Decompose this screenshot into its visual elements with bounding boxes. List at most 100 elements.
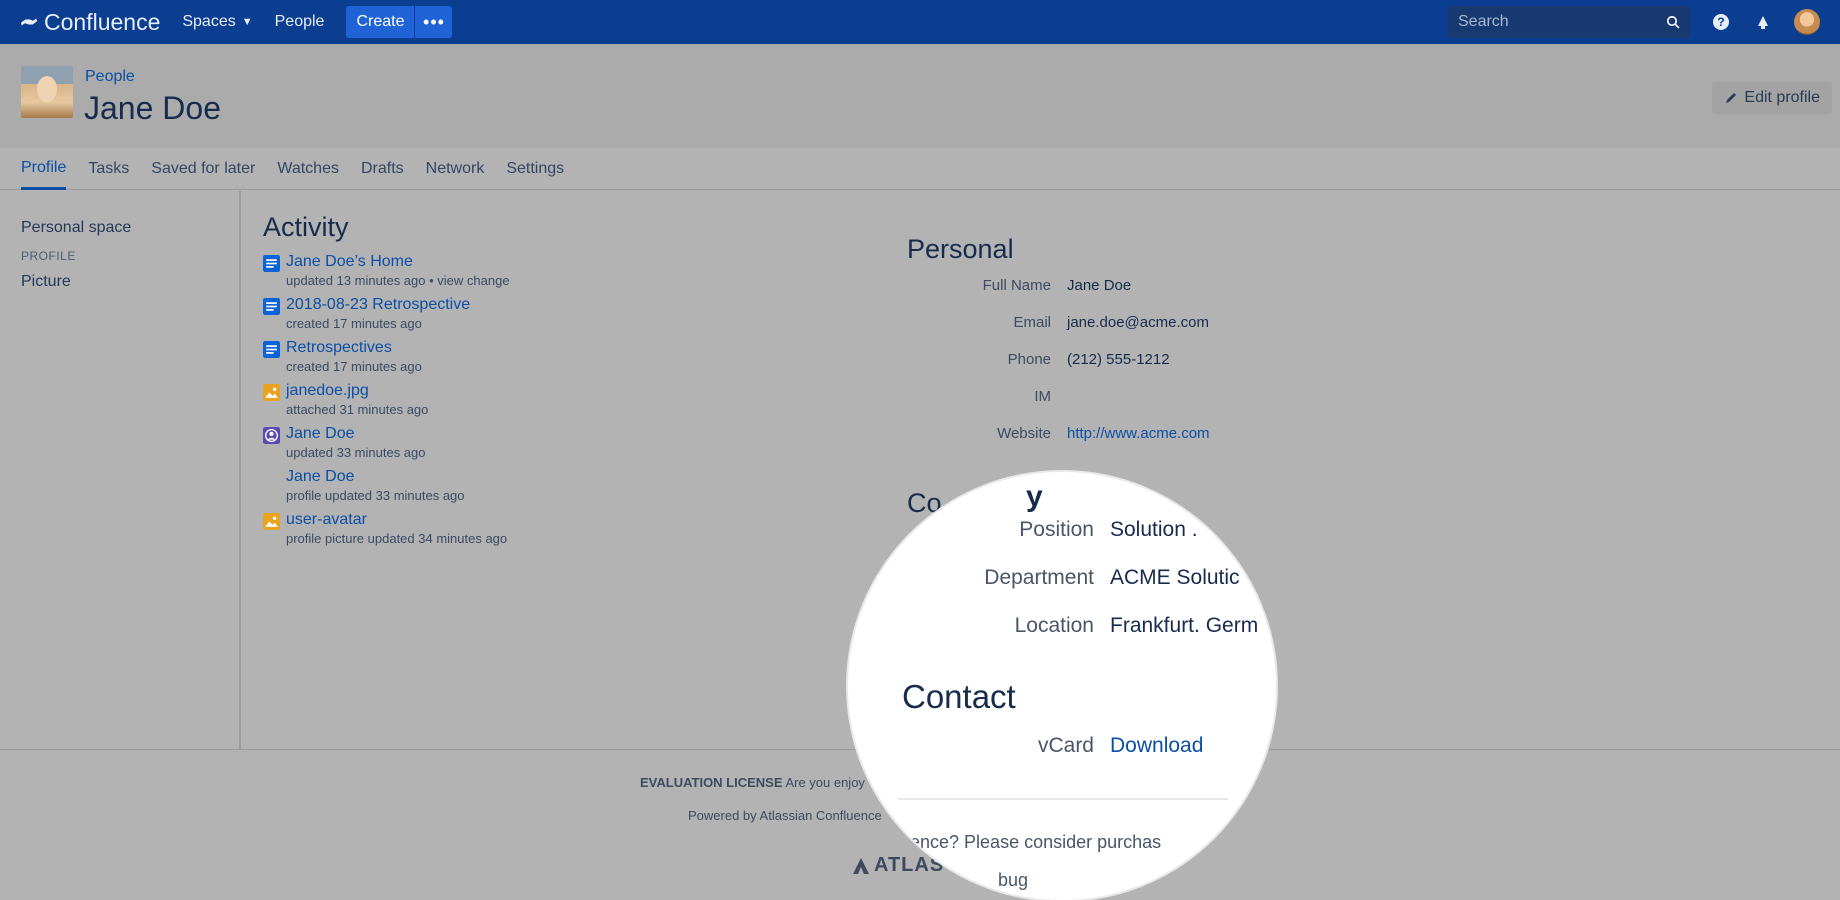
license-notice: EVALUATION LICENSE Are you enjoy bbox=[640, 775, 865, 790]
create-button[interactable]: Create bbox=[346, 6, 415, 38]
vcard-download-link[interactable]: Download bbox=[1110, 734, 1203, 758]
activity-meta: profile updated 33 minutes ago bbox=[286, 488, 465, 503]
list-item: Jane Doe profile updated 33 minutes ago bbox=[263, 468, 823, 503]
breadcrumb[interactable]: People bbox=[85, 68, 135, 86]
atlassian-logo[interactable]: ATLAS bbox=[852, 854, 944, 877]
location-value-wrap: Frankfurt. Germ bbox=[1110, 614, 1258, 638]
position-value: Solution . bbox=[1110, 518, 1198, 541]
edit-profile-button[interactable]: Edit profile bbox=[1712, 82, 1832, 114]
page-icon bbox=[263, 298, 280, 315]
confluence-logo-icon bbox=[20, 18, 38, 26]
list-item: user-avatar profile picture updated 34 m… bbox=[263, 511, 823, 546]
profile-header: People Jane Doe Edit profile bbox=[0, 44, 1840, 148]
edit-profile-label: Edit profile bbox=[1744, 89, 1820, 106]
email-value: jane.doe@acme.com bbox=[1067, 314, 1209, 331]
sidebar-heading-profile: PROFILE bbox=[21, 249, 76, 263]
detail-row: Website http://www.acme.com bbox=[907, 425, 1407, 462]
profile-tabs: Profile Tasks Saved for later Watches Dr… bbox=[0, 148, 1840, 190]
list-item: Jane Doe updated 33 minutes ago bbox=[263, 425, 823, 460]
tab-profile[interactable]: Profile bbox=[21, 148, 67, 190]
list-item: 2018-08-23 Retrospective created 17 minu… bbox=[263, 296, 823, 331]
atlassian-icon bbox=[853, 857, 869, 874]
tab-settings[interactable]: Settings bbox=[506, 148, 564, 190]
email-label: Email bbox=[1013, 314, 1051, 331]
user-avatar[interactable] bbox=[1794, 9, 1820, 35]
view-change-link[interactable]: view change bbox=[437, 273, 509, 288]
full-name-label: Full Name bbox=[982, 277, 1051, 294]
position-label: Position bbox=[1019, 518, 1094, 541]
activity-title[interactable]: janedoe.jpg bbox=[286, 382, 428, 400]
department-label: Department bbox=[984, 566, 1094, 589]
sidebar: Personal space PROFILE Picture bbox=[0, 191, 241, 749]
page-icon bbox=[263, 341, 280, 358]
website-link[interactable]: http://www.acme.com bbox=[1067, 425, 1210, 442]
top-navigation-bar: Confluence Spaces ▼ People Create ••• Se… bbox=[0, 0, 1840, 44]
activity-meta: attached 31 minutes ago bbox=[286, 402, 429, 417]
detail-row: IM bbox=[907, 388, 1407, 425]
im-label: IM bbox=[1034, 388, 1051, 405]
location-value: Frankfurt. Germ bbox=[1110, 614, 1258, 637]
license-label: EVALUATION LICENSE bbox=[640, 775, 783, 790]
spaces-menu[interactable]: Spaces ▼ bbox=[182, 13, 252, 31]
search-placeholder: Search bbox=[1458, 13, 1509, 30]
detail-row: Phone (212) 555-1212 bbox=[907, 351, 1407, 388]
magnified-footer-text: ence? Please consider purchas bbox=[910, 832, 1162, 852]
page-title: Jane Doe bbox=[84, 90, 221, 126]
activity-title[interactable]: Jane Doe’s Home bbox=[286, 253, 510, 271]
activity-meta: created 17 minutes ago bbox=[286, 359, 422, 374]
help-icon[interactable]: ? bbox=[1710, 11, 1732, 33]
magnified-heading-fragment: y bbox=[1026, 480, 1043, 513]
activity-heading: Activity bbox=[263, 212, 349, 242]
confluence-logo[interactable]: Confluence bbox=[20, 9, 160, 36]
department-value: ACME Solutic bbox=[1110, 566, 1240, 589]
page-icon bbox=[263, 255, 280, 272]
license-text: Are you enjoy bbox=[785, 775, 865, 790]
notifications-icon[interactable] bbox=[1752, 11, 1774, 33]
personal-section: Personal Full Name Jane Doe Email jane.d… bbox=[907, 234, 1407, 462]
list-item: Retrospectives created 17 minutes ago bbox=[263, 339, 823, 374]
ellipsis-icon: ••• bbox=[423, 11, 445, 32]
detail-row: Full Name Jane Doe bbox=[907, 277, 1407, 314]
activity-title[interactable]: Jane Doe bbox=[286, 425, 426, 443]
tab-watches[interactable]: Watches bbox=[277, 148, 339, 190]
search-input[interactable]: Search bbox=[1448, 6, 1690, 38]
activity-title[interactable]: user-avatar bbox=[286, 511, 507, 529]
vcard-label: vCard bbox=[1037, 734, 1094, 757]
activity-meta: profile picture updated 34 minutes ago bbox=[286, 531, 508, 546]
list-item: Jane Doe’s Home updated 13 minutes ago •… bbox=[263, 253, 823, 288]
divider bbox=[898, 798, 1228, 800]
svg-text:?: ? bbox=[1717, 15, 1724, 29]
activity-title[interactable]: Retrospectives bbox=[286, 339, 422, 357]
detail-row: Email jane.doe@acme.com bbox=[907, 314, 1407, 351]
powered-by: Powered by Atlassian Confluence bbox=[688, 808, 882, 823]
more-options-button[interactable]: ••• bbox=[414, 6, 453, 38]
logo-text: Confluence bbox=[44, 8, 161, 35]
phone-value: (212) 555-1212 bbox=[1067, 351, 1170, 368]
activity-title[interactable]: Jane Doe bbox=[286, 468, 465, 486]
pencil-icon bbox=[1726, 93, 1737, 103]
magnified-footer-fragment: bug bbox=[998, 870, 1029, 890]
people-link[interactable]: People bbox=[275, 13, 325, 31]
activity-title[interactable]: 2018-08-23 Retrospective bbox=[286, 296, 470, 314]
list-item: janedoe.jpg attached 31 minutes ago bbox=[263, 382, 823, 417]
chevron-down-icon: ▼ bbox=[241, 16, 253, 28]
tab-network[interactable]: Network bbox=[426, 148, 485, 190]
user-icon bbox=[263, 427, 280, 444]
department-value-wrap: ACME Solutic bbox=[1110, 566, 1262, 590]
website-label: Website bbox=[997, 425, 1051, 442]
activity-section: Activity Jane Doe’s Home updated 13 minu… bbox=[263, 212, 823, 554]
spaces-label: Spaces bbox=[182, 13, 236, 30]
tab-drafts[interactable]: Drafts bbox=[361, 148, 404, 190]
tab-saved-for-later[interactable]: Saved for later bbox=[151, 148, 255, 190]
location-label: Location bbox=[1014, 614, 1094, 637]
contact-heading: Contact bbox=[902, 678, 1016, 715]
sidebar-item-personal-space[interactable]: Personal space bbox=[21, 219, 218, 237]
position-value-wrap: Solution . bbox=[1110, 518, 1270, 542]
blank-icon bbox=[263, 470, 280, 487]
tab-tasks[interactable]: Tasks bbox=[88, 148, 129, 190]
full-name-value: Jane Doe bbox=[1067, 277, 1132, 294]
profile-picture[interactable] bbox=[21, 66, 73, 118]
sidebar-item-picture[interactable]: Picture bbox=[21, 273, 218, 291]
activity-meta: updated 13 minutes ago • view change bbox=[286, 273, 510, 288]
image-icon bbox=[263, 513, 280, 530]
